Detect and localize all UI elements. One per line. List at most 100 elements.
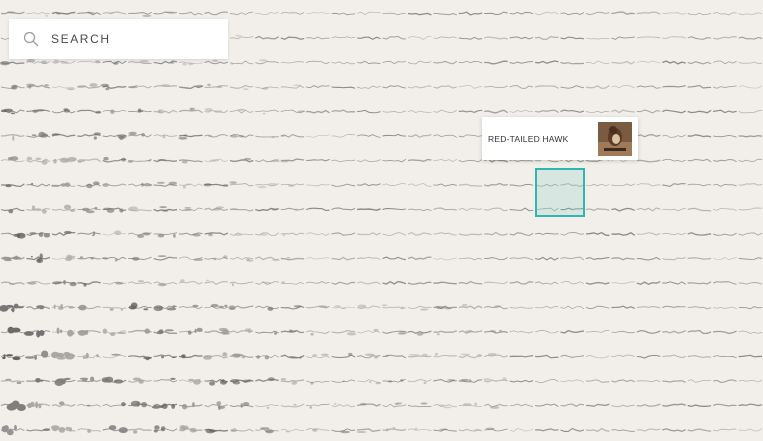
hawk-photo-thumbnail — [598, 121, 632, 156]
spectrogram-tile — [229, 402, 254, 408]
spectrogram-tile — [255, 354, 279, 360]
spectrogram-tile — [407, 60, 432, 65]
spectrogram-tile — [178, 256, 204, 261]
spectrogram-tile — [407, 158, 432, 162]
spectrogram-tile — [585, 11, 610, 16]
spectrogram-tile — [77, 181, 101, 189]
spectrogram-tile — [128, 427, 152, 434]
spectrogram-tile — [153, 232, 178, 238]
spectrogram-tile — [433, 305, 457, 310]
spectrogram-tile — [102, 156, 127, 163]
spectrogram-tile — [560, 403, 585, 407]
spectrogram-tile — [102, 328, 127, 336]
spectrogram-tile — [636, 207, 661, 212]
spectrogram-tile — [712, 158, 737, 163]
spectrogram-tile — [306, 158, 330, 162]
spectrogram-tile — [280, 428, 305, 433]
spectrogram-tile — [662, 85, 686, 88]
spectrogram-tile — [26, 428, 51, 432]
spectrogram-tile — [26, 156, 51, 165]
spectrogram-tile — [306, 60, 330, 65]
spectrogram-tile — [128, 328, 152, 334]
spectrogram-tile — [611, 85, 635, 89]
spectrogram-tile — [636, 134, 661, 138]
spectrogram-tile — [458, 109, 483, 113]
spectrogram-tile — [306, 428, 330, 432]
spectrogram-tile — [535, 232, 559, 235]
spectrogram-tile — [433, 158, 457, 163]
spectrogram-tile — [509, 183, 534, 187]
spectrogram-tile — [178, 84, 204, 90]
spectrogram-tile — [382, 379, 406, 383]
spectrogram-tile — [611, 429, 635, 432]
spectrogram-tile — [458, 402, 483, 408]
spectrogram-tile — [738, 281, 763, 285]
spectrogram-tile — [738, 306, 763, 310]
spectrogram-tile — [433, 134, 457, 138]
spectrogram-tile — [128, 60, 152, 64]
spectrogram-tile — [662, 159, 686, 162]
spectrogram-tile — [458, 353, 483, 359]
spectrogram-tile — [77, 376, 101, 383]
spectrogram-tile — [713, 257, 737, 260]
spectrogram-tile — [713, 135, 737, 138]
spectrogram-grid[interactable] — [0, 0, 763, 441]
spectrogram-tile — [712, 428, 737, 432]
spectrogram-tile — [77, 281, 101, 287]
spectrogram-tile — [153, 206, 178, 212]
spectrogram-tile — [178, 159, 203, 164]
spectrogram-tile — [128, 377, 152, 384]
spectrogram-tile — [738, 428, 763, 432]
spectrogram-tile — [128, 131, 152, 138]
spectrogram-tile — [357, 208, 381, 212]
spectrogram-tile — [738, 207, 763, 211]
spectrogram-tile — [331, 12, 356, 16]
spectrogram-tile — [0, 281, 25, 286]
spectrogram-tile — [611, 109, 635, 114]
spectrogram-tile — [738, 330, 763, 334]
spectrogram-tile — [636, 354, 661, 359]
spectrogram-tile — [713, 183, 737, 187]
spectrogram-tile — [712, 11, 737, 16]
spectrogram-tile — [0, 156, 25, 163]
spectrogram-tile — [255, 256, 281, 262]
spectrogram-tile — [611, 60, 636, 65]
spectrogram-tile — [51, 133, 76, 138]
spectrogram-tile — [229, 60, 254, 65]
spectrogram-tile — [433, 428, 457, 432]
spectrogram-tile — [636, 256, 661, 261]
spectrogram-tile — [356, 428, 381, 433]
spectrogram-tile — [204, 279, 228, 285]
spectrogram-tile — [178, 134, 203, 140]
spectrogram-tile — [128, 302, 152, 311]
spectrogram-tile — [611, 330, 635, 334]
spectrogram-tile — [458, 36, 483, 40]
spectrogram-tile — [26, 378, 51, 383]
spectrogram-tile — [204, 108, 229, 114]
selection-highlight[interactable] — [535, 168, 585, 217]
spectrogram-tile — [611, 36, 635, 40]
spectrogram-tile — [407, 85, 432, 89]
bird-tooltip[interactable]: RED-TAILED HAWK — [482, 117, 638, 160]
spectrogram-tile — [407, 305, 432, 311]
spectrogram-tile — [535, 281, 559, 285]
spectrogram-tile — [662, 183, 686, 188]
spectrogram-tile — [0, 326, 25, 334]
spectrogram-tile — [51, 85, 76, 91]
spectrogram-tile — [77, 403, 101, 407]
spectrogram-tile — [357, 328, 381, 334]
spectrogram-tile — [178, 354, 203, 359]
spectrogram-tile — [382, 133, 406, 137]
spectrogram-tile — [382, 280, 407, 285]
spectrogram-tile — [509, 11, 534, 15]
spectrogram-tile — [280, 305, 305, 310]
spectrogram-tile — [0, 400, 26, 411]
spectrogram-tile — [51, 59, 76, 64]
spectrogram-tile — [687, 12, 712, 16]
spectrogram-tile — [636, 85, 661, 89]
spectrogram-tile — [229, 157, 254, 163]
spectrogram-tile — [585, 281, 610, 285]
spectrogram-tile — [102, 230, 127, 236]
spectrogram-tile — [611, 354, 635, 358]
search-input[interactable]: SEARCH — [9, 19, 228, 59]
